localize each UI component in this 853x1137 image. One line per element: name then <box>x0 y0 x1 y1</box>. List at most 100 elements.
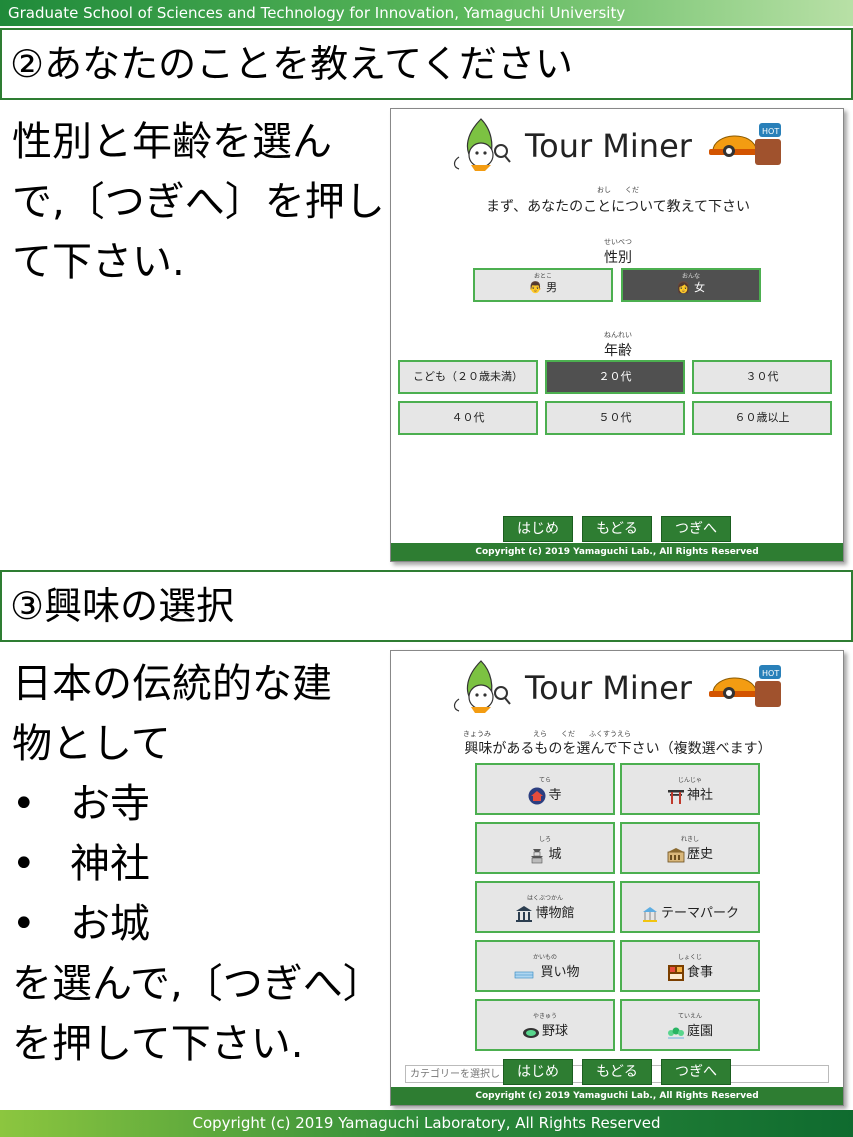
footer-bar: Copyright (c) 2019 Yamaguchi Laboratory,… <box>0 1110 853 1137</box>
copyright: Copyright (c) 2019 Yamaguchi Laboratory,… <box>192 1114 661 1132</box>
interest-label: 寺 <box>548 788 562 803</box>
instruction-line: て下さい. <box>12 239 185 285</box>
start-button[interactable]: はじめ <box>503 1059 573 1085</box>
ruby-text: しろ <box>538 836 551 843</box>
profile-prompt: まず、あなたのことについて教えて下さい <box>486 199 750 215</box>
ruby-text: ていえん <box>677 1013 702 1020</box>
gender-female-button[interactable]: おんな 👩 女 <box>621 268 761 302</box>
ruby-text: しょくじ <box>677 954 702 961</box>
age-option-button[interactable]: ５０代 <box>545 401 685 435</box>
interest-garden-button[interactable]: ていえん 庭園 <box>620 999 760 1051</box>
ruby-text: やきゅう <box>532 1013 557 1020</box>
mascot-icon <box>453 118 511 171</box>
interest-shrine-button[interactable]: じんじゃ 神社 <box>620 763 760 815</box>
torii-icon <box>667 790 684 804</box>
next-button[interactable]: つぎへ <box>661 1059 731 1085</box>
age-option-button[interactable]: ３０代 <box>692 360 832 394</box>
history-icon <box>667 848 685 863</box>
interest-label: 庭園 <box>686 1024 713 1039</box>
bullet-item: • 神社 <box>12 841 150 887</box>
helmet-icon: HOT <box>709 123 781 165</box>
age-option-button[interactable]: ６０歳以上 <box>692 401 832 435</box>
profile-screen: Tour Miner HOT おし くだ まず、あなたのことについて教えて下さい… <box>390 108 844 562</box>
instruction-line: を押して下さい. <box>12 1021 304 1067</box>
man-icon: 👨 <box>528 281 543 294</box>
back-button[interactable]: もどる <box>582 516 652 542</box>
step3-title: ③興味の選択 <box>0 570 853 642</box>
gender-label: 性別 <box>604 250 632 266</box>
helmet-icon: HOT <box>709 665 781 707</box>
option-label: 女 <box>694 281 706 294</box>
temple-icon <box>528 787 546 805</box>
bullet-text: お寺 <box>70 781 150 827</box>
instruction-line: 日本の伝統的な建 <box>12 661 332 707</box>
interest-museum-button[interactable]: はくぶつかん 博物館 <box>475 881 615 933</box>
age-option-button[interactable]: ２０代 <box>545 360 685 394</box>
interest-label: 食事 <box>686 965 713 980</box>
org-name: Graduate School of Sciences and Technolo… <box>8 4 626 22</box>
age-label: 年齢 <box>604 343 632 359</box>
app-logo: Tour Miner HOT <box>445 115 791 177</box>
interest-temple-button[interactable]: てら 寺 <box>475 763 615 815</box>
gender-ruby: せいべつ <box>604 238 632 246</box>
interest-themepark-button[interactable]: テーマパーク <box>620 881 760 933</box>
bullet-item: • お寺 <box>12 781 150 827</box>
ruby-text: れきし <box>680 836 699 843</box>
interest-label: 歴史 <box>686 847 713 862</box>
meal-icon <box>667 965 684 981</box>
interest-label: 野球 <box>541 1024 568 1039</box>
stadium-icon <box>522 1028 539 1038</box>
instruction-line: 物として <box>12 721 171 767</box>
step2-title: ②あなたのことを教えてください <box>0 28 853 100</box>
ruby-text: おんな <box>681 273 700 280</box>
interest-label: 博物館 <box>535 906 575 921</box>
back-button[interactable]: もどる <box>582 1059 652 1085</box>
interest-label: 買い物 <box>540 965 580 980</box>
age-option-button[interactable]: こども（２０歳未満） <box>398 360 538 394</box>
app-footer: Copyright (c) 2019 Yamaguchi Lab., All R… <box>391 1087 843 1105</box>
bullet-text: 神社 <box>70 841 150 887</box>
step3-instruction: 日本の伝統的な建 物として • お寺 • 神社 • お城 を選んで,〔つぎへ〕 を押し… <box>12 654 383 1074</box>
garden-icon <box>667 1027 684 1039</box>
app-logo: Tour Miner HOT <box>445 657 791 719</box>
hot-tag: HOT <box>762 669 779 678</box>
instruction-line: を選んで,〔つぎへ〕 <box>12 961 383 1007</box>
instruction-line: で,〔つぎへ〕を押し <box>12 179 385 225</box>
mascot-icon <box>453 660 511 713</box>
interest-label: 神社 <box>686 788 713 803</box>
shopping-icon <box>515 971 534 979</box>
instruction-line: 性別と年齢を選ん <box>12 119 332 165</box>
castle-icon <box>531 849 544 864</box>
hot-tag: HOT <box>762 127 779 136</box>
option-label: 男 <box>546 281 558 294</box>
interest-shopping-button[interactable]: かいもの 買い物 <box>475 940 615 992</box>
ruby-text: おとこ <box>533 273 552 280</box>
start-button[interactable]: はじめ <box>503 516 573 542</box>
interest-history-button[interactable]: れきし 歴史 <box>620 822 760 874</box>
ruby-text: じんじゃ <box>677 777 702 784</box>
step2-instruction: 性別と年齢を選ん で,〔つぎへ〕を押し て下さい. <box>12 112 385 292</box>
prompt-ruby: きょうみ えら くだ ふくすうえら <box>463 730 631 738</box>
interest-label: 城 <box>548 847 562 862</box>
age-ruby: ねんれい <box>604 331 632 339</box>
app-footer: Copyright (c) 2019 Yamaguchi Lab., All R… <box>391 543 843 561</box>
gender-male-button[interactable]: おとこ 👨 男 <box>473 268 613 302</box>
next-button[interactable]: つぎへ <box>661 516 731 542</box>
carousel-icon <box>642 907 657 922</box>
bullet-text: お城 <box>70 901 150 947</box>
bullet-item: • お城 <box>12 901 150 947</box>
header-bar: Graduate School of Sciences and Technolo… <box>0 0 853 26</box>
interest-castle-button[interactable]: しろ 城 <box>475 822 615 874</box>
museum-icon <box>516 906 533 922</box>
woman-icon: 👩 <box>676 281 691 294</box>
interest-label: テーマパーク <box>660 906 739 921</box>
ruby-text: かいもの <box>532 954 557 961</box>
ruby-text: はくぶつかん <box>526 895 563 902</box>
interest-baseball-button[interactable]: やきゅう 野球 <box>475 999 615 1051</box>
brand-name: Tour Miner <box>525 127 692 165</box>
ruby-text: てら <box>538 777 551 784</box>
brand-name: Tour Miner <box>525 669 692 707</box>
age-option-button[interactable]: ４０代 <box>398 401 538 435</box>
interest-meal-button[interactable]: しょくじ 食事 <box>620 940 760 992</box>
interest-prompt: 興味があるものを選んで下さい（複数選べます） <box>464 741 772 757</box>
